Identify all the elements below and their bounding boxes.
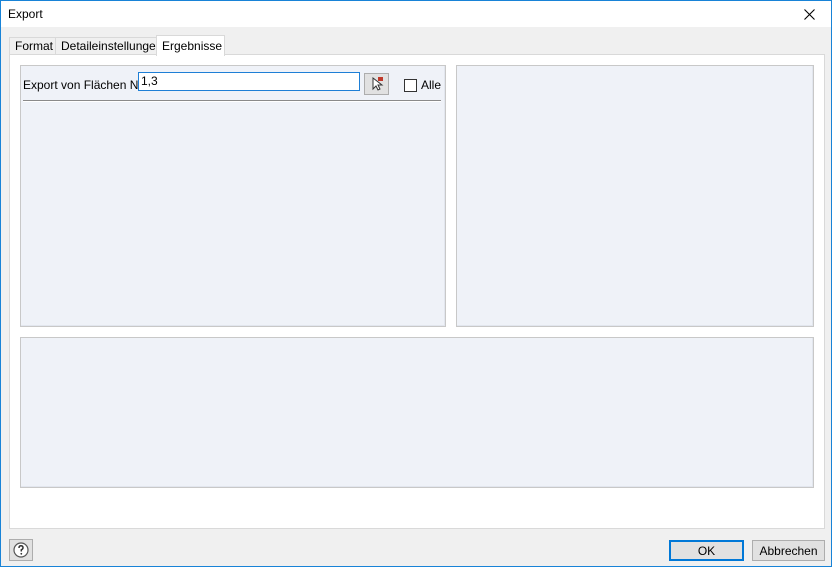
area-selection-panel: Export von Flächen Nr.: Alle (20, 65, 446, 327)
pick-areas-button[interactable] (364, 73, 389, 95)
all-areas-checkbox[interactable] (404, 78, 417, 92)
separator (23, 100, 441, 102)
tab-ergebnisse-label: Ergebnisse (162, 39, 223, 53)
tab-detaileinstellungen-label: Detaileinstellungen (61, 39, 163, 53)
title-bar: Export (1, 1, 831, 27)
close-button[interactable] (787, 1, 831, 27)
export-areas-label: Export von Flächen Nr.: (23, 78, 149, 92)
export-areas-input[interactable] (138, 72, 360, 91)
tab-format[interactable]: Format (9, 37, 61, 55)
close-icon (803, 8, 815, 20)
help-button[interactable] (9, 539, 33, 561)
tab-ergebnisse[interactable]: Ergebnisse (156, 35, 225, 56)
cancel-button-label: Abbrechen (759, 543, 818, 558)
all-areas-label: Alle (421, 78, 442, 92)
help-icon (13, 542, 29, 558)
cursor-pick-icon (372, 76, 383, 91)
tab-format-label: Format (15, 39, 54, 53)
ok-button[interactable]: OK (669, 540, 744, 561)
tab-panel-ergebnisse: Export von Flächen Nr.: Alle (9, 54, 825, 529)
tab-detaileinstellungen[interactable]: Detaileinstellungen (55, 37, 162, 55)
all-areas-checkbox-group[interactable]: Alle (404, 78, 441, 92)
cancel-button[interactable]: Abbrechen (752, 540, 825, 561)
export-dialog: Export Format Detaileinstellungen Ergebn… (0, 0, 832, 567)
window-title: Export (8, 7, 43, 21)
ok-button-label: OK (697, 543, 716, 558)
right-panel (456, 65, 814, 327)
bottom-panel (20, 337, 814, 488)
